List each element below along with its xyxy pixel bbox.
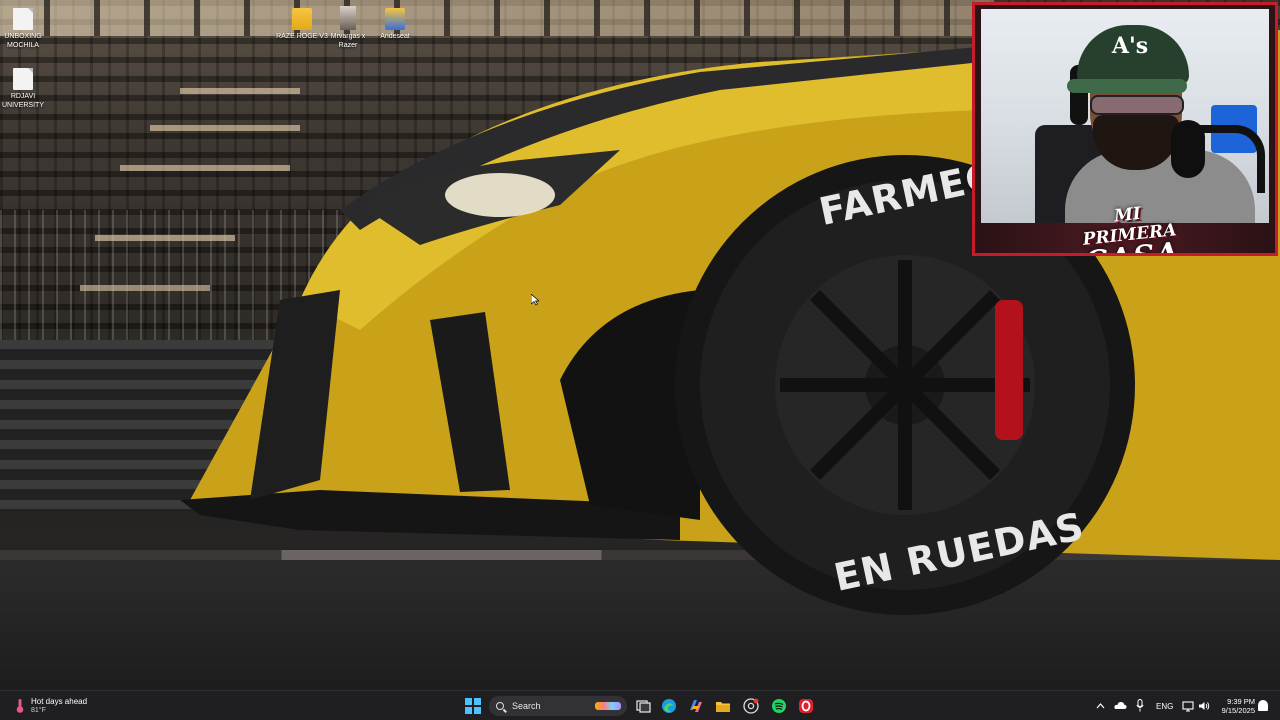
weather-widget[interactable]: Hot days ahead 81°F xyxy=(14,695,87,717)
document-icon xyxy=(13,8,33,30)
weather-title: Hot days ahead xyxy=(31,697,88,706)
desktop-icon-label: Andeseat xyxy=(380,33,410,40)
chevron-up-icon[interactable] xyxy=(1096,702,1105,709)
thermometer-icon xyxy=(16,699,24,713)
desktop-icon-label: UNBOXING MOCHILA xyxy=(4,33,42,49)
clock[interactable]: 9:39 PM 9/15/2025 xyxy=(1213,697,1255,715)
onedrive-icon[interactable] xyxy=(1114,700,1127,711)
mouse-cursor-icon xyxy=(531,294,539,306)
desktop-icon-unboxing-mochila[interactable]: UNBOXING MOCHILA xyxy=(0,8,49,50)
desktop-icon-mrvargas-x-razer[interactable]: Mrvargas x Razer xyxy=(322,6,374,50)
webcam-overlay: A's MI PRIMERA CASA xyxy=(972,2,1278,256)
folder-icon xyxy=(292,8,312,30)
clock-time: 9:39 PM xyxy=(1227,697,1255,706)
weather-temp: 81°F xyxy=(31,707,46,714)
desktop-icon-label: Mrvargas x Razer xyxy=(330,33,366,49)
language-indicator[interactable]: ENG xyxy=(1156,702,1173,711)
search-highlight-icon xyxy=(595,702,621,710)
search-placeholder: Search xyxy=(512,701,541,711)
chrome-button[interactable] xyxy=(742,697,760,715)
opera-icon xyxy=(799,699,813,713)
clock-date: 9/15/2025 xyxy=(1221,706,1255,715)
desktop-icon-raze-roge-v3[interactable]: RAZE ROGE V3 xyxy=(276,8,328,41)
spotify-icon xyxy=(772,699,786,713)
file-explorer-button[interactable] xyxy=(714,697,732,715)
cap-brim xyxy=(1067,79,1187,93)
task-view-button[interactable] xyxy=(634,697,652,715)
notification-bell-icon[interactable] xyxy=(1258,700,1268,711)
desktop-icon-label: RDJAVI UNIVERSITY xyxy=(1,93,44,109)
image-file-icon xyxy=(340,6,356,30)
task-view-icon xyxy=(636,700,651,713)
edge-icon xyxy=(662,699,676,713)
glasses xyxy=(1090,95,1184,115)
document-icon xyxy=(13,68,33,90)
desktop-icon-label: RAZE ROGE V3 xyxy=(276,33,328,40)
chrome-icon xyxy=(743,698,759,714)
windows-logo-icon xyxy=(465,698,472,705)
volume-icon[interactable] xyxy=(1198,700,1210,712)
copilot-button[interactable] xyxy=(687,697,705,715)
folder-icon xyxy=(385,8,405,30)
edge-button[interactable] xyxy=(660,697,678,715)
start-button[interactable] xyxy=(465,698,481,714)
microphone-icon xyxy=(1171,120,1205,178)
taskbar-search[interactable]: Search xyxy=(489,696,627,716)
microphone-tray-icon[interactable] xyxy=(1136,699,1144,712)
cap-logo: A's xyxy=(1111,33,1149,59)
network-icon[interactable] xyxy=(1182,700,1194,712)
desktop-icon-andeseat[interactable]: Andeseat xyxy=(369,8,421,41)
taskbar: Hot days ahead 81°F Search ENG 9:39 PM 9… xyxy=(0,690,1280,720)
desktop-icon-rdjavi-university[interactable]: RDJAVI UNIVERSITY xyxy=(0,68,49,110)
copilot-icon xyxy=(690,700,702,712)
search-icon xyxy=(496,702,504,710)
opera-button[interactable] xyxy=(797,697,815,715)
spotify-button[interactable] xyxy=(770,697,788,715)
file-explorer-icon xyxy=(716,702,730,712)
